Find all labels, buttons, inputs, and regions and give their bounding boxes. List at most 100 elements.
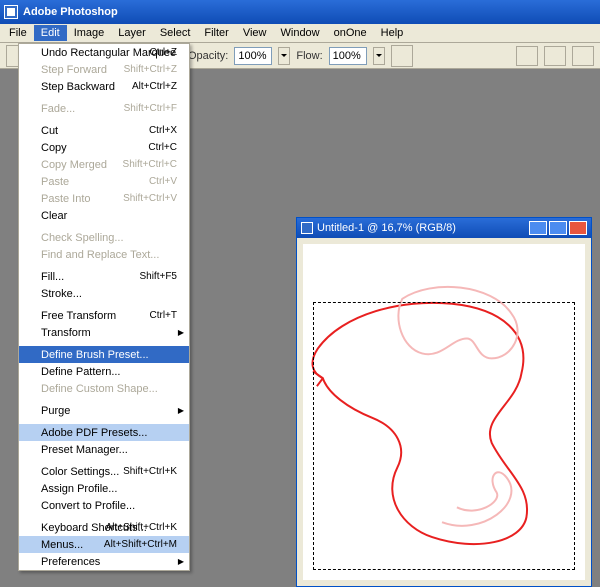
menu-item[interactable]: Color Settings... Shift+Ctrl+K: [19, 463, 189, 480]
menu-item[interactable]: Clear: [19, 207, 189, 224]
menu-separator: [21, 343, 187, 344]
menu-shortcut: Ctrl+Z: [150, 47, 178, 58]
menu-item-label: Preferences: [41, 556, 100, 568]
menu-shortcut: Ctrl+V: [149, 176, 177, 187]
menu-item[interactable]: Preset Manager...: [19, 441, 189, 458]
menu-item-label: Transform: [41, 327, 91, 339]
menu-separator: [21, 516, 187, 517]
menu-item[interactable]: Undo Rectangular MarqueeCtrl+Z: [19, 44, 189, 61]
menu-item-label: Find and Replace Text...: [41, 249, 159, 261]
menu-item-onone[interactable]: onOne: [327, 25, 374, 41]
menu-item-edit[interactable]: Edit: [34, 25, 67, 41]
menu-item[interactable]: Cut Ctrl+X: [19, 122, 189, 139]
menu-item-label: Adobe PDF Presets...: [41, 427, 147, 439]
menu-separator: [21, 97, 187, 98]
menu-item-label: Menus...: [41, 539, 83, 551]
menu-item-help[interactable]: Help: [374, 25, 411, 41]
menu-separator: [21, 421, 187, 422]
minimize-button[interactable]: [529, 221, 547, 235]
document-titlebar[interactable]: Untitled-1 @ 16,7% (RGB/8): [297, 218, 591, 238]
menu-item-label: Paste Into: [41, 193, 91, 205]
menu-shortcut: Alt+Ctrl+Z: [132, 81, 177, 92]
maximize-button[interactable]: [549, 221, 567, 235]
menu-shortcut: Shift+Ctrl+K: [123, 466, 177, 477]
menu-item-label: Fade...: [41, 103, 75, 115]
opacity-dropdown[interactable]: [278, 47, 290, 65]
canvas[interactable]: [303, 244, 585, 580]
opacity-label: Opacity:: [188, 50, 228, 62]
menu-item-label: Color Settings...: [41, 466, 119, 478]
menu-item-label: Purge: [41, 405, 70, 417]
menu-item-label: Assign Profile...: [41, 483, 117, 495]
menu-shortcut: Shift+Ctrl+F: [124, 103, 177, 114]
flow-dropdown[interactable]: [373, 47, 385, 65]
palette-well-button-3[interactable]: [572, 46, 594, 66]
menu-item[interactable]: Transform▶: [19, 324, 189, 341]
menu-item: Paste Ctrl+V: [19, 173, 189, 190]
menu-item: Copy Merged Shift+Ctrl+C: [19, 156, 189, 173]
menu-item-file[interactable]: File: [2, 25, 34, 41]
menu-item[interactable]: Define Brush Preset...: [19, 346, 189, 363]
menu-item[interactable]: CopyCtrl+C: [19, 139, 189, 156]
menu-separator: [21, 226, 187, 227]
menu-shortcut: Alt+Shift+Ctrl+M: [104, 539, 177, 550]
menu-item[interactable]: Preferences ▶: [19, 553, 189, 570]
menu-item-label: Free Transform: [41, 310, 116, 322]
submenu-arrow-icon: ▶: [178, 557, 184, 566]
opacity-field[interactable]: 100%: [234, 47, 272, 65]
menu-item-label: Define Custom Shape...: [41, 383, 158, 395]
menu-item-label: Paste: [41, 176, 69, 188]
menu-item: Define Custom Shape...: [19, 380, 189, 397]
menu-item-label: Define Brush Preset...: [41, 349, 149, 361]
menu-item-label: Cut: [41, 125, 58, 137]
menu-item[interactable]: Step Backward Alt+Ctrl+Z: [19, 78, 189, 95]
menu-item-label: Clear: [41, 210, 67, 222]
menu-item-label: Stroke...: [41, 288, 82, 300]
menu-item[interactable]: Convert to Profile...: [19, 497, 189, 514]
menubar: FileEditImageLayerSelectFilterViewWindow…: [0, 24, 600, 43]
menu-separator: [21, 265, 187, 266]
menu-item[interactable]: Define Pattern...: [19, 363, 189, 380]
palette-well-button-2[interactable]: [544, 46, 566, 66]
menu-item-label: Copy Merged: [41, 159, 107, 171]
flow-field[interactable]: 100%: [329, 47, 367, 65]
menu-item-label: Step Backward: [41, 81, 115, 93]
document-window[interactable]: Untitled-1 @ 16,7% (RGB/8): [296, 217, 592, 587]
menu-item-label: Convert to Profile...: [41, 500, 135, 512]
menu-item[interactable]: Menus... Alt+Shift+Ctrl+M: [19, 536, 189, 553]
menu-item: Step Forward Shift+Ctrl+Z: [19, 61, 189, 78]
close-button[interactable]: [569, 221, 587, 235]
menu-item-image[interactable]: Image: [67, 25, 112, 41]
menu-item-select[interactable]: Select: [153, 25, 198, 41]
menu-shortcut: Shift+Ctrl+Z: [124, 64, 177, 75]
menu-item-label: Copy: [41, 142, 67, 154]
menu-item-label: Step Forward: [41, 64, 107, 76]
menu-item-layer[interactable]: Layer: [111, 25, 153, 41]
menu-shortcut: Shift+Ctrl+V: [123, 193, 177, 204]
menu-item[interactable]: Assign Profile...: [19, 480, 189, 497]
menu-item[interactable]: Fill... Shift+F5: [19, 268, 189, 285]
menu-shortcut: Shift+F5: [139, 271, 177, 282]
palette-well-button[interactable]: [516, 46, 538, 66]
menu-item-filter[interactable]: Filter: [197, 25, 235, 41]
menu-separator: [21, 304, 187, 305]
airbrush-button[interactable]: [391, 45, 413, 67]
edit-menu: Undo Rectangular MarqueeCtrl+ZStep Forwa…: [18, 43, 190, 571]
menu-item: Paste Into Shift+Ctrl+V: [19, 190, 189, 207]
menu-item: Fade... Shift+Ctrl+F: [19, 100, 189, 117]
menu-shortcut: Ctrl+T: [150, 310, 178, 321]
menu-item[interactable]: Stroke...: [19, 285, 189, 302]
menu-item[interactable]: Purge▶: [19, 402, 189, 419]
menu-separator: [21, 399, 187, 400]
menu-separator: [21, 119, 187, 120]
menu-item-window[interactable]: Window: [274, 25, 327, 41]
menu-shortcut: Shift+Ctrl+C: [123, 159, 177, 170]
menu-item[interactable]: Adobe PDF Presets...: [19, 424, 189, 441]
marquee-selection: [313, 302, 575, 570]
menu-item-label: Check Spelling...: [41, 232, 124, 244]
menu-item-view[interactable]: View: [236, 25, 274, 41]
menu-shortcut: Ctrl+X: [149, 125, 177, 136]
menu-item[interactable]: Free Transform Ctrl+T: [19, 307, 189, 324]
menu-item-label: Fill...: [41, 271, 64, 283]
menu-item-label: Define Pattern...: [41, 366, 121, 378]
